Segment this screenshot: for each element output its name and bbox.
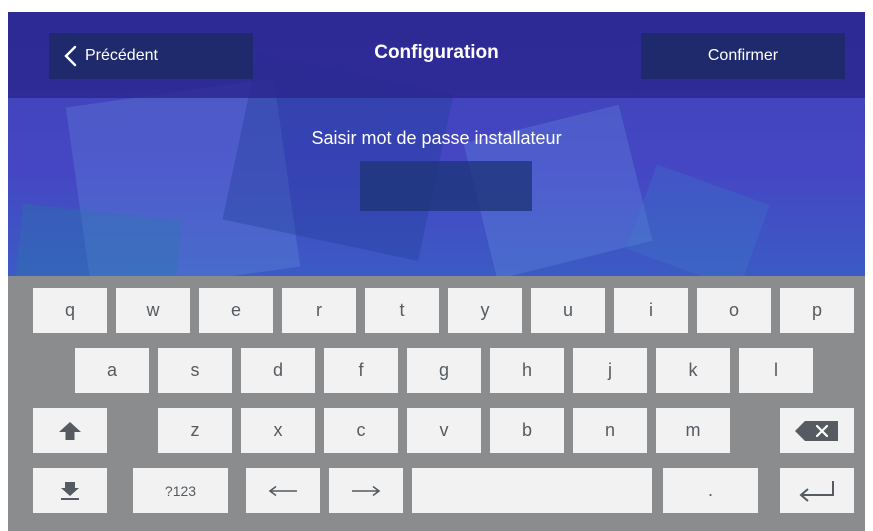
- confirm-button-label: Confirmer: [707, 47, 779, 64]
- key-g[interactable]: g: [407, 348, 481, 393]
- key-q[interactable]: q: [33, 288, 107, 333]
- enter-return-icon: [799, 480, 834, 502]
- key-s[interactable]: s: [158, 348, 232, 393]
- key-n[interactable]: n: [573, 408, 647, 453]
- password-prompt: Saisir mot de passe installateur: [311, 128, 562, 148]
- key-y[interactable]: y: [448, 288, 522, 333]
- key-k[interactable]: k: [656, 348, 730, 393]
- enter-key[interactable]: [780, 468, 854, 513]
- key-c[interactable]: c: [324, 408, 398, 453]
- hide-keyboard-key[interactable]: [33, 468, 107, 513]
- left-arrow-key[interactable]: [246, 468, 320, 513]
- right-arrow-key[interactable]: [329, 468, 403, 513]
- key-u[interactable]: u: [531, 288, 605, 333]
- shift-up-arrow-icon: [59, 421, 81, 440]
- key-o[interactable]: o: [697, 288, 771, 333]
- key-t[interactable]: t: [365, 288, 439, 333]
- key-f[interactable]: f: [324, 348, 398, 393]
- top-bar: Précédent Configuration Confirmer: [8, 12, 865, 98]
- key-e[interactable]: e: [199, 288, 273, 333]
- key-i[interactable]: i: [614, 288, 688, 333]
- key-r[interactable]: r: [282, 288, 356, 333]
- key-l[interactable]: l: [739, 348, 813, 393]
- shift-key[interactable]: [33, 408, 107, 453]
- password-field[interactable]: [360, 161, 532, 211]
- key-j[interactable]: j: [573, 348, 647, 393]
- key-z[interactable]: z: [158, 408, 232, 453]
- key-x[interactable]: x: [241, 408, 315, 453]
- numbers-key[interactable]: ?123: [133, 468, 228, 513]
- background-cube: [626, 164, 770, 290]
- device-screen: Précédent Configuration Confirmer Saisir…: [8, 12, 865, 531]
- key-p[interactable]: p: [780, 288, 854, 333]
- on-screen-keyboard: q w e r t y u i o p a s d f g h j k l z …: [8, 276, 865, 531]
- key-h[interactable]: h: [490, 348, 564, 393]
- period-key[interactable]: .: [663, 468, 758, 513]
- confirm-button[interactable]: Confirmer: [641, 33, 845, 79]
- space-key[interactable]: [412, 468, 652, 513]
- key-b[interactable]: b: [490, 408, 564, 453]
- key-d[interactable]: d: [241, 348, 315, 393]
- arrow-left-icon: [268, 485, 297, 496]
- key-w[interactable]: w: [116, 288, 190, 333]
- hide-keyboard-icon: [61, 481, 79, 500]
- key-a[interactable]: a: [75, 348, 149, 393]
- key-v[interactable]: v: [407, 408, 481, 453]
- arrow-right-icon: [352, 485, 381, 496]
- backspace-x-icon: [795, 420, 838, 441]
- key-m[interactable]: m: [656, 408, 730, 453]
- backspace-key[interactable]: [780, 408, 854, 453]
